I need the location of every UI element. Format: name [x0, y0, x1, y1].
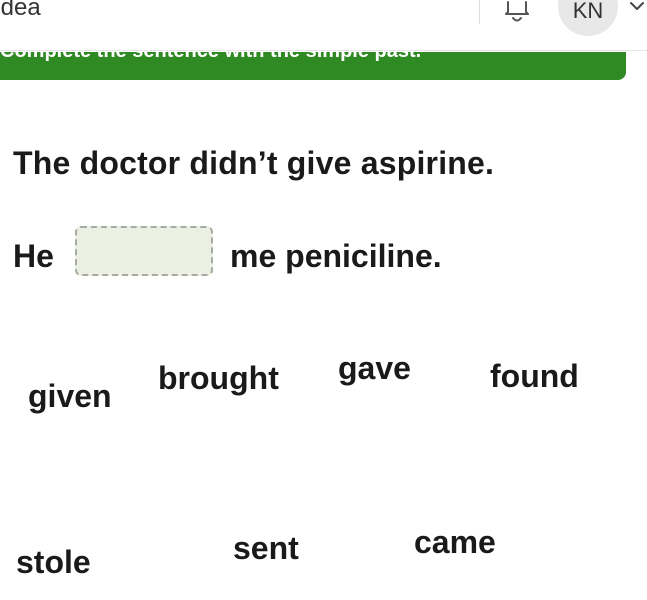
- word-option[interactable]: sent: [233, 530, 299, 567]
- word-option[interactable]: stole: [16, 544, 91, 581]
- word-option[interactable]: brought: [158, 360, 279, 397]
- word-option[interactable]: gave: [338, 350, 411, 387]
- word-option[interactable]: given: [28, 378, 112, 415]
- top-bar: Idea KN: [0, 0, 647, 51]
- app-title: Idea: [0, 0, 41, 21]
- avatar-initials: KN: [572, 0, 604, 23]
- avatar[interactable]: KN: [558, 0, 618, 36]
- word-option[interactable]: found: [490, 358, 579, 395]
- bell-icon[interactable]: [500, 0, 534, 26]
- prompt-sentence: The doctor didn’t give aspirine.: [13, 145, 495, 181]
- instruction-text: Complete the sentence with the simple pa…: [0, 52, 421, 63]
- instruction-banner: Complete the sentence with the simple pa…: [0, 52, 626, 80]
- answer-drop-zone[interactable]: [75, 226, 213, 276]
- word-option[interactable]: came: [414, 524, 496, 561]
- toolbar-divider: [479, 0, 480, 24]
- sentence-after-blank: me peniciline.: [230, 238, 442, 274]
- chevron-down-icon[interactable]: [628, 0, 646, 16]
- sentence-before-blank: He: [13, 238, 54, 274]
